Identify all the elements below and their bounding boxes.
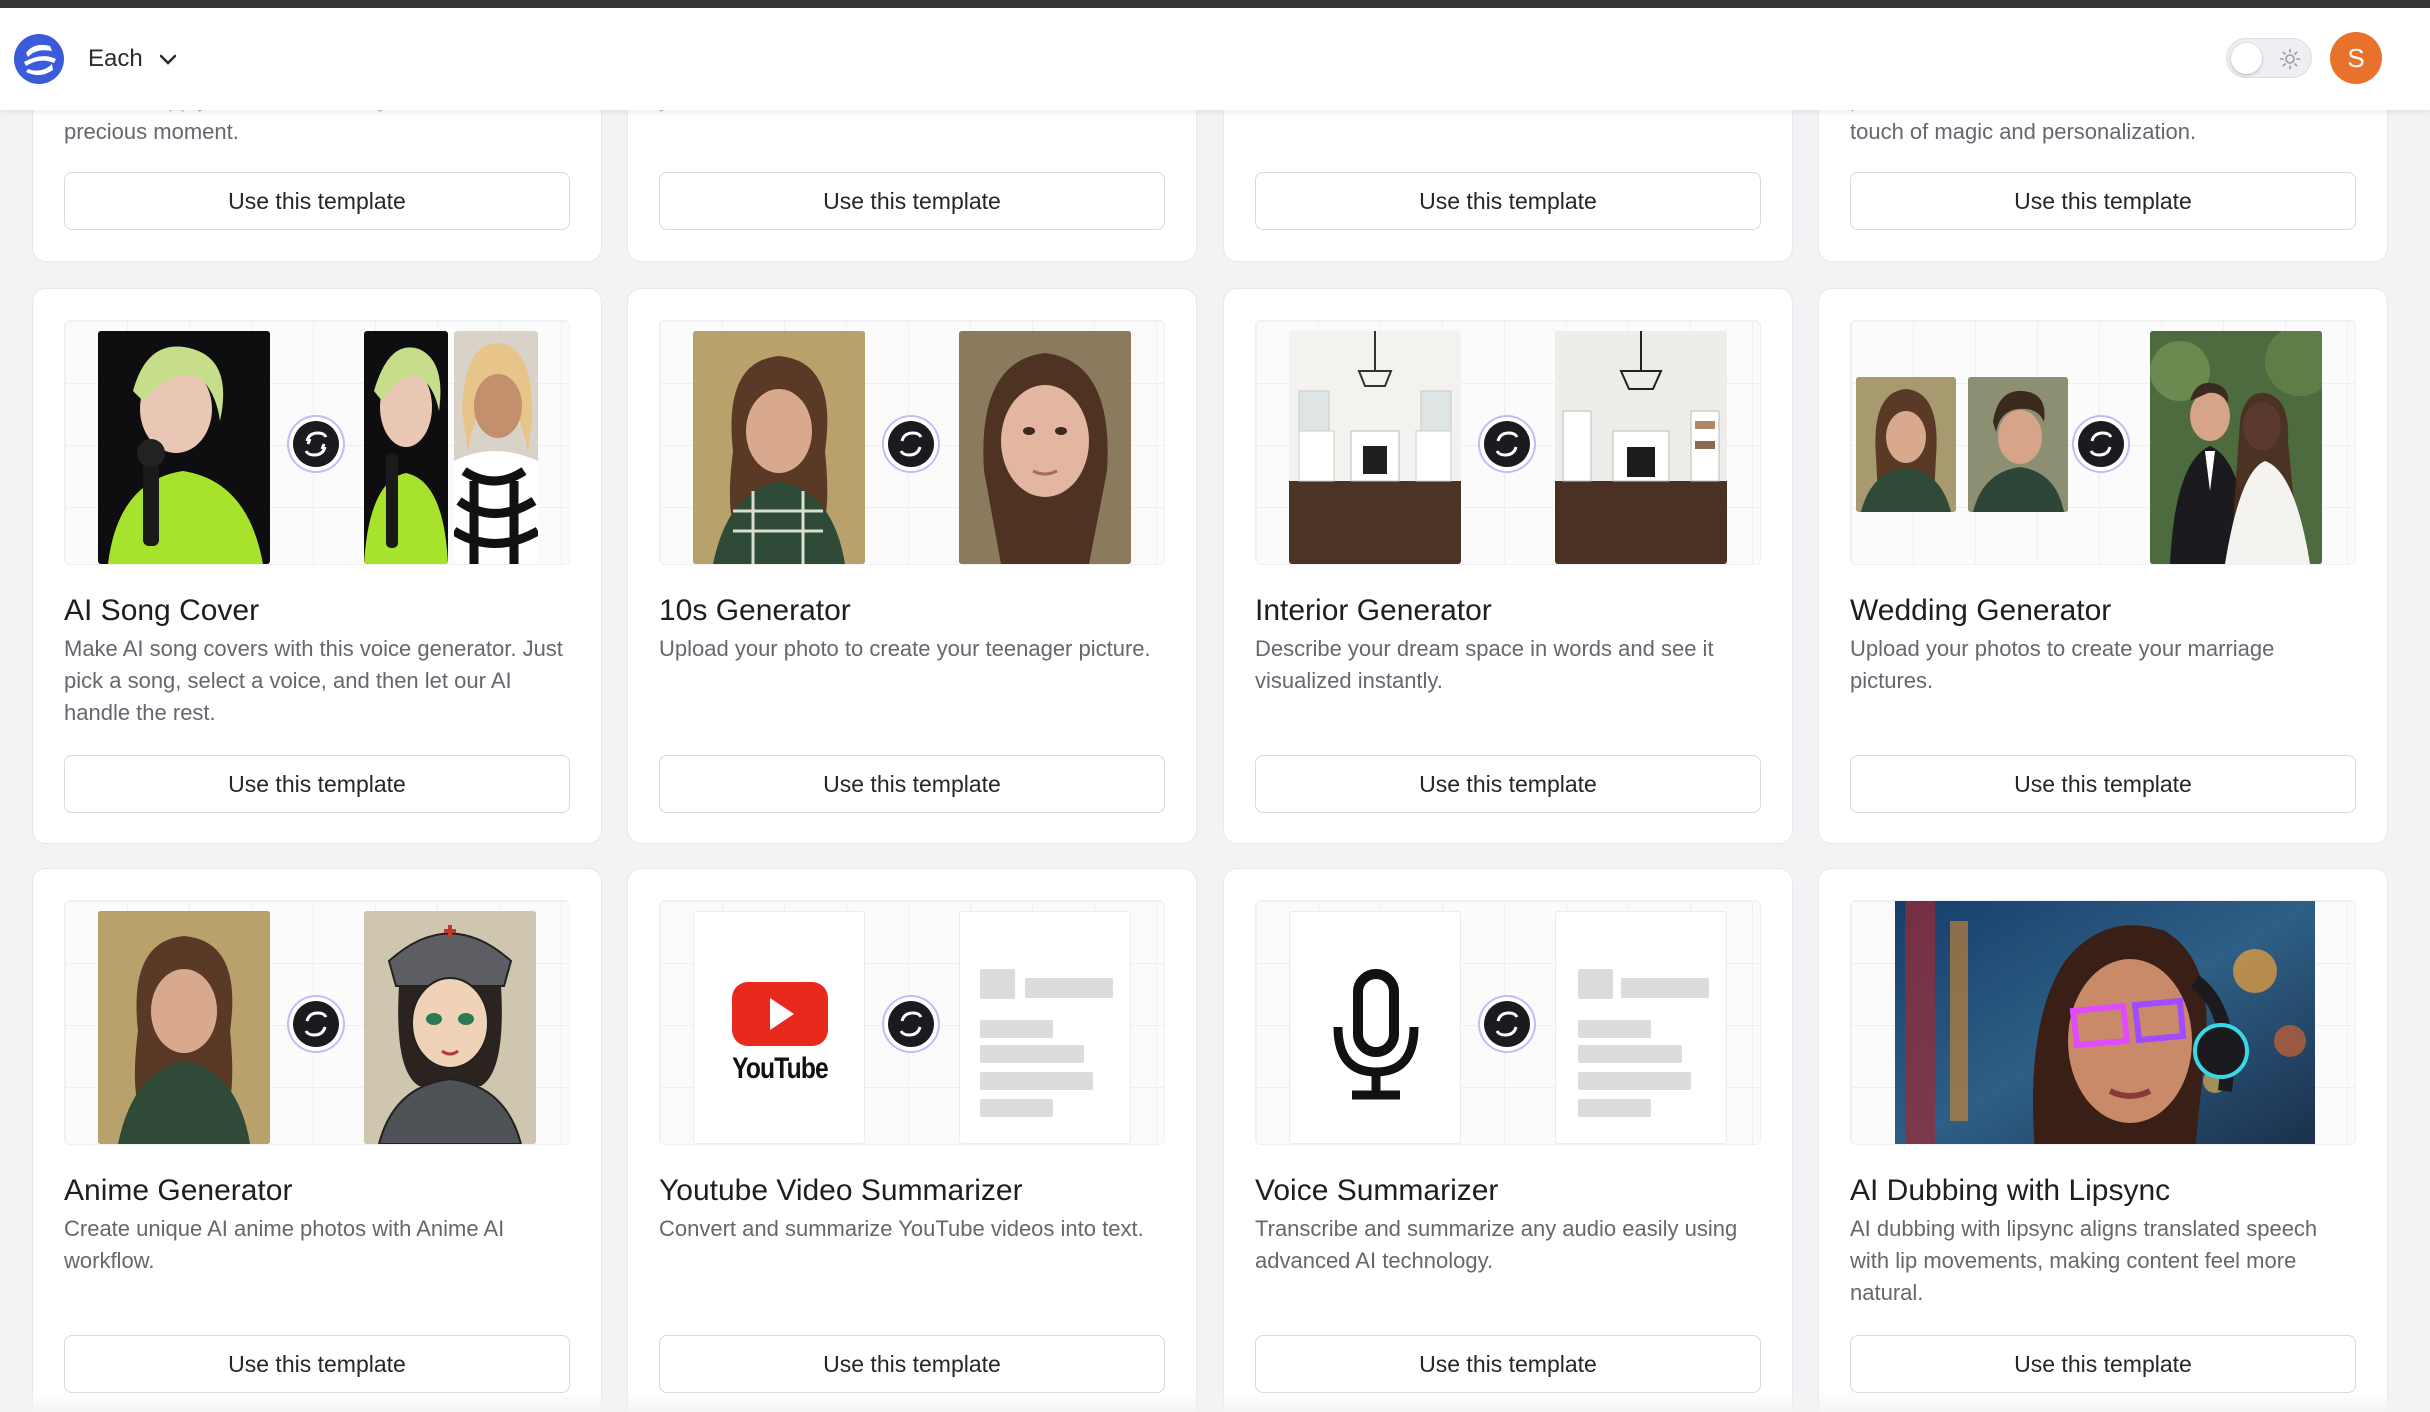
youtube-logo-text: YouTube bbox=[732, 1052, 829, 1085]
groom-input-photo bbox=[1968, 377, 2068, 512]
card-title: 10s Generator bbox=[659, 594, 851, 627]
template-card-anime-generator[interactable]: Anime Generator Create unique AI anime p… bbox=[32, 868, 602, 1412]
app-logo-icon[interactable] bbox=[12, 32, 66, 86]
swap-arrows-icon bbox=[293, 421, 339, 467]
card-preview bbox=[1850, 320, 2356, 565]
chevron-down-icon bbox=[159, 54, 176, 65]
swap-arrows-icon bbox=[1484, 1001, 1530, 1047]
empty-room-photo bbox=[1289, 331, 1461, 564]
input-portrait-photo bbox=[98, 911, 270, 1144]
microphone-icon bbox=[1333, 969, 1419, 1100]
skeleton-line bbox=[1621, 978, 1709, 998]
youtube-logo-panel: YouTube bbox=[693, 911, 865, 1144]
use-template-button[interactable]: Use this template bbox=[1255, 1335, 1761, 1393]
input-portrait-photo bbox=[693, 331, 865, 564]
use-template-button[interactable]: Use this template bbox=[1255, 172, 1761, 230]
skeleton-block bbox=[1578, 969, 1613, 999]
skeleton-line bbox=[1578, 1099, 1651, 1117]
theme-toggle[interactable] bbox=[2226, 38, 2312, 78]
card-title: Voice Summarizer bbox=[1255, 1174, 1499, 1207]
card-preview bbox=[64, 900, 570, 1145]
target-voice-photo bbox=[454, 331, 538, 564]
use-template-button[interactable]: Use this template bbox=[659, 755, 1165, 813]
template-card-ai-dubbing-lipsync[interactable]: AI Dubbing with Lipsync AI dubbing with … bbox=[1818, 868, 2388, 1412]
card-description: AI dubbing with lipsync aligns translate… bbox=[1850, 1216, 2318, 1305]
skeleton-line bbox=[1578, 1072, 1691, 1090]
template-card-voice-summarizer[interactable]: Voice Summarizer Transcribe and summariz… bbox=[1223, 868, 1793, 1412]
card-description: Create unique AI anime photos with Anime… bbox=[64, 1216, 505, 1273]
sun-icon bbox=[2279, 48, 2301, 70]
card-preview bbox=[64, 320, 570, 565]
card-title: AI Song Cover bbox=[64, 594, 260, 627]
use-template-button[interactable]: Use this template bbox=[659, 1335, 1165, 1393]
swap-arrows-icon bbox=[293, 1001, 339, 1047]
dubbing-preview-image bbox=[1895, 901, 2315, 1144]
card-description: Upload your photo to create your teenage… bbox=[659, 636, 1151, 661]
card-preview bbox=[1255, 900, 1761, 1145]
toggle-knob bbox=[2231, 43, 2262, 74]
use-template-button[interactable]: Use this template bbox=[1850, 755, 2356, 813]
card-description: Convert and summarize YouTube videos int… bbox=[659, 1216, 1144, 1241]
template-card-ai-song-cover[interactable]: AI Song Cover Make AI song covers with t… bbox=[32, 288, 602, 844]
card-preview bbox=[659, 320, 1165, 565]
skeleton-line bbox=[980, 1045, 1084, 1063]
card-title: Wedding Generator bbox=[1850, 594, 2112, 627]
user-avatar[interactable]: S bbox=[2330, 32, 2382, 84]
use-template-button[interactable]: Use this template bbox=[1255, 755, 1761, 813]
swap-arrows-icon bbox=[1484, 421, 1530, 467]
designed-room-photo bbox=[1555, 331, 1727, 564]
swap-arrows-icon bbox=[888, 1001, 934, 1047]
text-document-placeholder bbox=[959, 911, 1131, 1144]
swap-arrows-icon bbox=[2078, 421, 2124, 467]
skeleton-line bbox=[980, 1072, 1093, 1090]
use-template-button[interactable]: Use this template bbox=[64, 1335, 570, 1393]
singer-photo-small bbox=[364, 331, 448, 564]
card-title: Interior Generator bbox=[1255, 594, 1492, 627]
skeleton-line bbox=[1025, 978, 1113, 998]
use-template-button[interactable]: Use this template bbox=[64, 172, 570, 230]
bottom-fade bbox=[0, 1392, 2430, 1412]
template-card-youtube-video-summarizer[interactable]: YouTube Youtube Video Summarizer Convert… bbox=[627, 868, 1197, 1412]
template-card-10s-generator[interactable]: 10s Generator Upload your photo to creat… bbox=[627, 288, 1197, 844]
template-card-interior-generator[interactable]: Interior Generator Describe your dream s… bbox=[1223, 288, 1793, 844]
bride-input-photo bbox=[1856, 377, 1956, 512]
text-document-placeholder bbox=[1555, 911, 1727, 1144]
skeleton-line bbox=[1578, 1045, 1682, 1063]
card-title: AI Dubbing with Lipsync bbox=[1850, 1174, 2171, 1207]
skeleton-block bbox=[980, 969, 1015, 999]
skeleton-line bbox=[980, 1020, 1053, 1038]
microphone-panel bbox=[1289, 911, 1461, 1144]
app-header: Each S bbox=[0, 8, 2430, 110]
singer-photo bbox=[98, 331, 270, 564]
card-preview bbox=[1255, 320, 1761, 565]
use-template-button[interactable]: Use this template bbox=[659, 172, 1165, 230]
workspace-selector[interactable]: Each bbox=[88, 40, 179, 78]
card-description: Make AI song covers with this voice gene… bbox=[64, 636, 563, 725]
anime-output-image bbox=[364, 911, 536, 1144]
skeleton-line bbox=[980, 1099, 1053, 1117]
use-template-button[interactable]: Use this template bbox=[1850, 172, 2356, 230]
swap-arrows-icon bbox=[888, 421, 934, 467]
output-teen-portrait-photo bbox=[959, 331, 1131, 564]
card-title: Youtube Video Summarizer bbox=[659, 1174, 1023, 1207]
skeleton-line bbox=[1578, 1020, 1651, 1038]
card-description: Transcribe and summarize any audio easil… bbox=[1255, 1216, 1738, 1273]
template-card-wedding-generator[interactable]: Wedding Generator Upload your photos to … bbox=[1818, 288, 2388, 844]
workspace-label: Each bbox=[88, 45, 143, 72]
card-title: Anime Generator bbox=[64, 1174, 293, 1207]
card-description: Upload your photos to create your marria… bbox=[1850, 636, 2275, 693]
card-preview bbox=[1850, 900, 2356, 1145]
card-description: Describe your dream space in words and s… bbox=[1255, 636, 1714, 693]
browser-top-strip bbox=[0, 0, 2430, 8]
use-template-button[interactable]: Use this template bbox=[1850, 1335, 2356, 1393]
wedding-output-photo bbox=[2150, 331, 2322, 564]
youtube-logo-icon bbox=[732, 982, 828, 1046]
card-preview: YouTube bbox=[659, 900, 1165, 1145]
use-template-button[interactable]: Use this template bbox=[64, 755, 570, 813]
